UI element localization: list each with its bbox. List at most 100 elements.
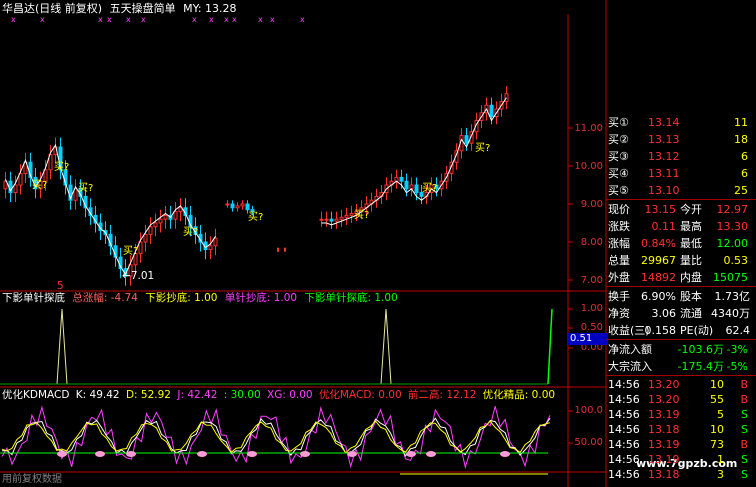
x-marker: x [192, 15, 197, 24]
x-marker: x [141, 15, 146, 24]
tick-side: S [741, 468, 748, 481]
x-marker: x [107, 15, 112, 24]
bid-label: 买① [608, 116, 629, 129]
buy-tag: 买? [54, 162, 70, 173]
stat-value: 12.00 [716, 237, 749, 250]
signal-dot [347, 451, 357, 457]
candle-body [148, 226, 153, 235]
tick-time: 14:56 [608, 453, 640, 466]
bid-row[interactable]: 买② 13.13 18 [606, 131, 756, 148]
bid-row[interactable]: 买① 13.14 11 [606, 114, 756, 131]
panel3-jingpin: 优化精品: 0.00 [482, 389, 556, 401]
stat-label: 最低 [680, 237, 702, 250]
panel2-tandi: 下影单针探底: 1.00 [304, 292, 398, 304]
signal-dot [500, 451, 510, 457]
tick-time: 14:56 [608, 423, 640, 436]
bid-label: 买⑤ [608, 184, 629, 197]
stat-label: 总量 [608, 254, 630, 267]
buy-tag: 买? [123, 246, 139, 257]
tick-side: B [740, 393, 748, 406]
candle-body [404, 180, 409, 190]
candle-body [143, 233, 148, 243]
tick-volume: 10 [710, 378, 724, 391]
tick-price: 13.20 [648, 378, 680, 391]
candle-body [277, 247, 279, 252]
finance-label: 收益(三) [608, 324, 650, 337]
candle-body [319, 218, 324, 221]
stat-row: 现价 13.15 今开 12.97 [606, 201, 756, 218]
bid-volume: 6 [741, 150, 748, 163]
stat-value: 0.53 [723, 254, 749, 267]
stat-value: 12.97 [716, 203, 749, 216]
candle-body [284, 247, 286, 252]
finance-label: 净资 [608, 307, 630, 320]
panel3-axis-label: 50.00 [574, 437, 603, 448]
tick-time: 14:56 [608, 468, 640, 481]
finance-label: 股本 [680, 290, 702, 303]
tick-row: 14:56 13.18 3 S [606, 467, 756, 482]
candle-body [213, 237, 218, 247]
stat-label: 外盘 [608, 271, 630, 284]
finance-label: PE(动) [680, 324, 714, 337]
x-marker: x [270, 15, 275, 24]
bid-row[interactable]: 买⑤ 13.10 25 [606, 182, 756, 199]
buy-tag: 买? [354, 210, 370, 221]
tick-time: 14:56 [608, 438, 640, 451]
buy-tag: 买? [183, 227, 199, 238]
tick-time: 14:56 [608, 408, 640, 421]
flow-pct: -3% [726, 343, 748, 356]
finance-value: 4340万 [711, 307, 750, 320]
finance-label: 换手 [608, 290, 630, 303]
bid-label: 买④ [608, 167, 629, 180]
stat-row: 涨跌 0.11 最高 13.30 [606, 218, 756, 235]
signal-dot [247, 451, 257, 457]
signal-dot [95, 451, 105, 457]
stat-row: 涨幅 0.84% 最低 12.00 [606, 235, 756, 252]
x-marker: x [11, 15, 16, 24]
tick-price: 13.20 [648, 393, 680, 406]
stat-label: 涨幅 [608, 237, 630, 250]
stat-value: 14892 [641, 271, 676, 284]
finance-row: 换手 6.90% 股本 1.73亿 [606, 288, 756, 305]
price-axis-label: 7.00 [580, 275, 603, 286]
bid-price: 13.11 [648, 167, 680, 180]
candle-body [235, 205, 240, 209]
separator [606, 286, 756, 287]
stat-label: 现价 [608, 203, 630, 216]
panel3-header: 优化KDMACD K: 49.42 D: 52.92 J: 42.42 : 30… [2, 389, 555, 401]
candle-body [245, 203, 250, 211]
candle-body [464, 135, 469, 144]
separator [606, 199, 756, 200]
candle-body [414, 184, 419, 194]
candle-body [230, 203, 235, 209]
bid-volume: 25 [734, 184, 748, 197]
tick-time: 14:56 [608, 378, 640, 391]
finance-value: 0.158 [644, 324, 677, 337]
finance-value: 6.90% [641, 290, 676, 303]
x-marker: x [300, 15, 305, 24]
panel3-name[interactable]: 优化KDMACD [2, 389, 69, 401]
bid-row[interactable]: 买④ 13.11 6 [606, 165, 756, 182]
stat-label: 内盘 [680, 271, 702, 284]
tick-volume: 1 [717, 453, 724, 466]
tick-row: 14:56 13.19 5 S [606, 407, 756, 422]
candle-body [225, 203, 230, 206]
candle-body [153, 222, 158, 228]
signal-dot [197, 451, 207, 457]
tick-side: B [740, 438, 748, 451]
panel2-name[interactable]: 下影单针探底 [2, 292, 65, 304]
stat-row: 总量 29967 量比 0.53 [606, 252, 756, 269]
panel3-j: J: 42.42 [177, 389, 218, 401]
bid-row[interactable]: 买③ 13.12 6 [606, 148, 756, 165]
x-marker: x [224, 15, 229, 24]
tick-row: 14:56 13.20 55 B [606, 392, 756, 407]
tick-volume: 55 [710, 393, 724, 406]
tick-volume: 3 [717, 468, 724, 481]
panel3-axis-label: 100.0 [574, 405, 603, 416]
stat-value: 29967 [641, 254, 676, 267]
candle-body [334, 218, 339, 222]
tick-side: S [741, 423, 748, 436]
bid-volume: 6 [741, 167, 748, 180]
panel2-cursor-value: 0.51 [568, 333, 608, 345]
panel3-k: K: 49.42 [75, 389, 120, 401]
